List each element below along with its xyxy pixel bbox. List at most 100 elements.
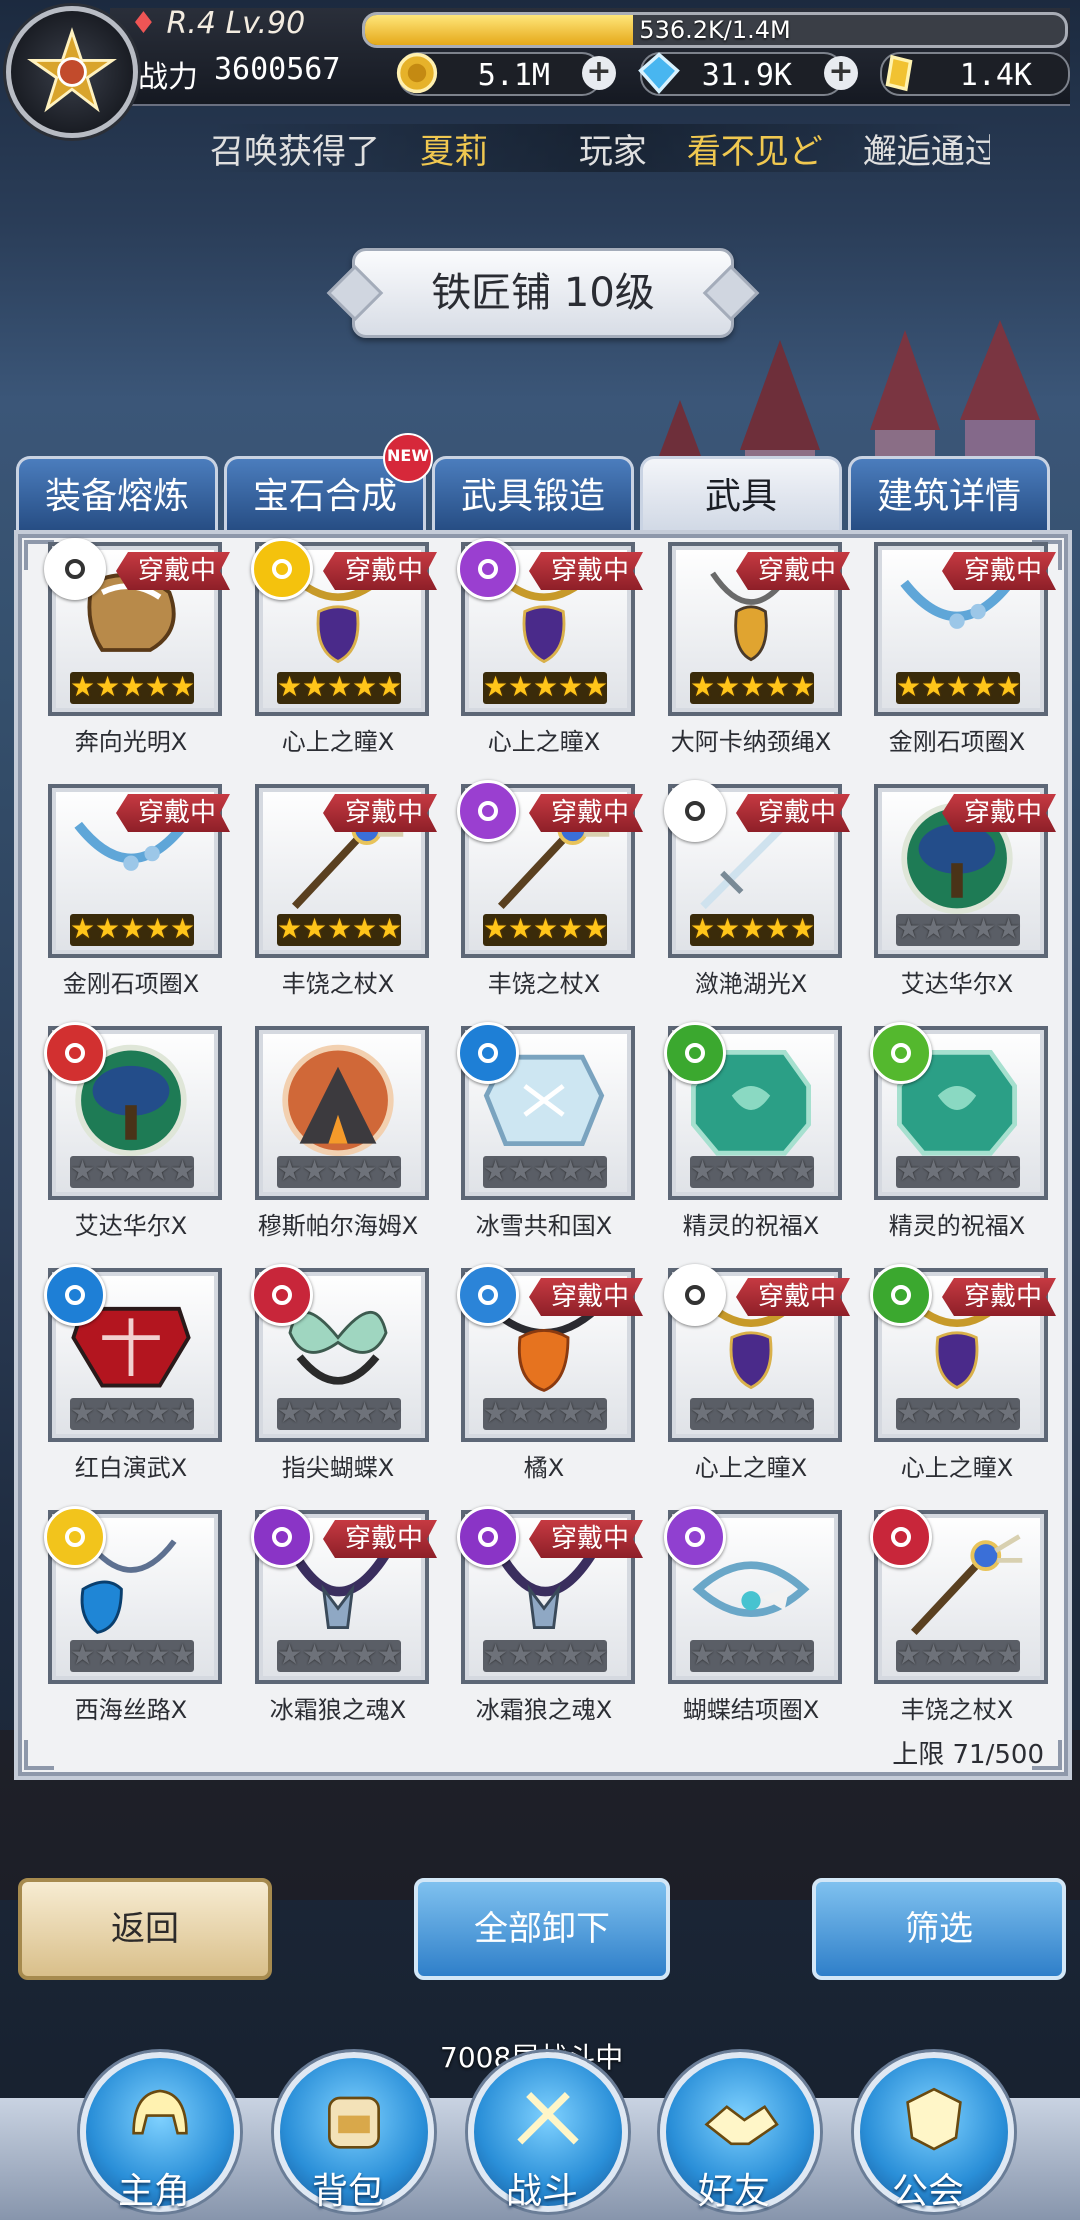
nav-item[interactable]: 背包 xyxy=(268,2052,434,2220)
rank-emblem-icon xyxy=(27,27,117,113)
back-button[interactable]: 返回 xyxy=(18,1878,272,1980)
item-slot[interactable]: ★ ★ ★ ★ ★ xyxy=(664,1506,842,1684)
star-rating: ★ ★ ★ ★ ★ xyxy=(896,1156,1021,1188)
inventory-item[interactable]: ★ ★ ★ ★ ★ 穿戴中 心上之瞳X xyxy=(251,538,423,757)
inventory-item[interactable]: ★ ★ ★ ★ ★ 冰雪共和国X xyxy=(457,1022,635,1241)
tab-equipment-smelting[interactable]: 装备熔炼 xyxy=(16,456,218,535)
star-icon: ★ xyxy=(790,1396,816,1429)
item-slot[interactable]: ★ ★ ★ ★ ★ xyxy=(44,1022,222,1200)
inventory-item[interactable]: ★ ★ ★ ★ ★ 穿戴中 金刚石项圈X xyxy=(46,784,216,999)
item-name: 金刚石项圈X xyxy=(888,728,1026,756)
star-icon: ★ xyxy=(690,1396,716,1429)
inventory-item[interactable]: ★ ★ ★ ★ ★ 丰饶之杖X xyxy=(870,1506,1048,1725)
inventory-item[interactable]: ★ ★ ★ ★ ★ 穿戴中 艾达华尔X xyxy=(872,784,1042,999)
inventory-item[interactable]: ★ ★ ★ ★ ★ 穿戴中 金刚石项圈X xyxy=(872,542,1042,757)
nav-item[interactable]: 战斗 xyxy=(462,2052,628,2220)
inventory-item[interactable]: ★ ★ ★ ★ ★ 穿戴中 冰霜狼之魂X xyxy=(457,1506,629,1725)
item-slot[interactable]: ★ ★ ★ ★ ★ 穿戴中 xyxy=(874,784,1048,958)
filter-button[interactable]: 筛选 xyxy=(812,1878,1066,1980)
item-name: 冰霜狼之魂X xyxy=(269,1696,407,1724)
item-slot[interactable]: ★ ★ ★ ★ ★ 穿戴中 xyxy=(457,538,635,716)
inventory-item[interactable]: ★ ★ ★ ★ ★ 穿戴中 大阿卡纳颈绳X xyxy=(666,542,836,757)
star-rating: ★ ★ ★ ★ ★ xyxy=(896,1640,1021,1672)
rune-red-triangle-icon xyxy=(251,1264,313,1326)
inventory-item[interactable]: ★ ★ ★ ★ ★ 艾达华尔X xyxy=(44,1022,222,1241)
inventory-item[interactable]: ★ ★ ★ ★ ★ 穿戴中 奔向光明X xyxy=(44,538,216,757)
inventory-item[interactable]: ★ ★ ★ ★ ★ 穿戴中 丰饶之杖X xyxy=(253,784,423,999)
item-slot[interactable]: ★ ★ ★ ★ ★ 穿戴中 xyxy=(457,1264,635,1442)
item-slot[interactable]: ★ ★ ★ ★ ★ xyxy=(251,1264,429,1442)
item-slot[interactable]: ★ ★ ★ ★ ★ 穿戴中 xyxy=(457,780,635,958)
nav-label: 主角 xyxy=(117,2171,190,2212)
item-slot[interactable]: ★ ★ ★ ★ ★ 穿戴中 xyxy=(668,542,842,716)
star-rating: ★ ★ ★ ★ ★ xyxy=(690,672,815,704)
marquee-text: 玩家 xyxy=(578,132,647,172)
star-icon: ★ xyxy=(377,1396,403,1429)
star-icon: ★ xyxy=(352,1154,378,1187)
item-slot[interactable]: ★ ★ ★ ★ ★ 穿戴中 xyxy=(664,1264,842,1442)
inventory-item[interactable]: ★ ★ ★ ★ ★ 穆斯帕尔海姆X xyxy=(253,1026,429,1241)
item-slot[interactable]: ★ ★ ★ ★ ★ xyxy=(664,1022,842,1200)
star-icon: ★ xyxy=(558,1154,584,1187)
nav-label: 公会 xyxy=(891,2171,964,2212)
star-icon: ★ xyxy=(352,912,378,945)
marquee-text: 召唤获得了 xyxy=(210,132,380,172)
inventory-item[interactable]: ★ ★ ★ ★ ★ 穿戴中 心上之瞳X xyxy=(457,538,629,757)
nav-item[interactable]: 好友 xyxy=(654,2052,820,2220)
star-icon: ★ xyxy=(558,912,584,945)
item-slot[interactable]: ★ ★ ★ ★ ★ xyxy=(870,1022,1048,1200)
star-icon: ★ xyxy=(533,912,559,945)
inventory-item[interactable]: ★ ★ ★ ★ ★ 穿戴中 橘X xyxy=(457,1264,629,1483)
inventory-item[interactable]: ★ ★ ★ ★ ★ 精灵的祝福X xyxy=(870,1022,1048,1241)
item-slot[interactable]: ★ ★ ★ ★ ★ xyxy=(44,1506,222,1684)
inventory-item[interactable]: ★ ★ ★ ★ ★ 蝴蝶结项圈X xyxy=(664,1506,842,1725)
add-diamond-button[interactable]: + xyxy=(824,56,858,90)
star-icon: ★ xyxy=(946,912,972,945)
star-icon: ★ xyxy=(120,912,146,945)
item-slot[interactable]: ★ ★ ★ ★ ★ xyxy=(457,1022,635,1200)
item-slot[interactable]: ★ ★ ★ ★ ★ xyxy=(870,1506,1048,1684)
player-avatar[interactable] xyxy=(6,6,138,138)
item-slot[interactable]: ★ ★ ★ ★ ★ 穿戴中 xyxy=(44,538,222,716)
item-name: 心上之瞳X xyxy=(487,728,601,756)
tab-gem-synthesis[interactable]: 宝石合成 NEW xyxy=(224,433,433,535)
rune-red-magnify-icon xyxy=(44,1022,106,1084)
inventory-item[interactable]: ★ ★ ★ ★ ★ 穿戴中 潋滟湖光X xyxy=(664,780,836,999)
item-name: 金刚石项圈X xyxy=(62,970,200,998)
star-rating: ★ ★ ★ ★ ★ xyxy=(70,1640,195,1672)
item-slot[interactable]: ★ ★ ★ ★ ★ 穿戴中 xyxy=(664,780,842,958)
nav-item[interactable]: 公会 xyxy=(848,2052,1014,2220)
inventory-item[interactable]: ★ ★ ★ ★ ★ 穿戴中 冰霜狼之魂X xyxy=(251,1506,423,1725)
announcement-marquee: 召唤获得了夏莉 玩家看不见ど邂逅通过英雄 xyxy=(210,124,990,172)
inventory-item[interactable]: ★ ★ ★ ★ ★ 精灵的祝福X xyxy=(664,1022,842,1241)
item-slot[interactable]: ★ ★ ★ ★ ★ 穿戴中 xyxy=(457,1506,635,1684)
handshake-icon xyxy=(704,2104,779,2146)
item-slot[interactable]: ★ ★ ★ ★ ★ 穿戴中 xyxy=(48,784,222,958)
tab-weapon-forging[interactable]: 武具锻造 xyxy=(432,456,634,535)
add-gold-button[interactable]: + xyxy=(582,56,616,90)
item-slot[interactable]: ★ ★ ★ ★ ★ 穿戴中 xyxy=(255,784,429,958)
item-slot[interactable]: ★ ★ ★ ★ ★ xyxy=(44,1264,222,1442)
item-slot[interactable]: ★ ★ ★ ★ ★ 穿戴中 xyxy=(251,1506,429,1684)
rune-green-leaf-icon xyxy=(870,1022,932,1084)
item-slot[interactable]: ★ ★ ★ ★ ★ 穿戴中 xyxy=(870,1264,1048,1442)
inventory-item[interactable]: ★ ★ ★ ★ ★ 穿戴中 丰饶之杖X xyxy=(457,780,629,999)
inventory-item[interactable]: ★ ★ ★ ★ ★ 指尖蝴蝶X xyxy=(251,1264,429,1483)
item-slot[interactable]: ★ ★ ★ ★ ★ 穿戴中 xyxy=(251,538,429,716)
tab-building-details[interactable]: 建筑详情 xyxy=(848,456,1050,535)
inventory-item[interactable]: ★ ★ ★ ★ ★ 穿戴中 心上之瞳X xyxy=(664,1264,836,1483)
tab-weapons[interactable]: 武具 xyxy=(640,456,842,535)
item-slot[interactable]: ★ ★ ★ ★ ★ xyxy=(255,1026,429,1200)
inventory-item[interactable]: ★ ★ ★ ★ ★ 西海丝路X xyxy=(44,1506,222,1725)
star-rating: ★ ★ ★ ★ ★ xyxy=(70,1396,195,1430)
star-icon: ★ xyxy=(120,1396,146,1429)
nav-item[interactable]: 主角 xyxy=(74,2052,240,2220)
star-rating: ★ ★ ★ ★ ★ xyxy=(277,1396,403,1430)
inventory-capacity: 上限 71/500 xyxy=(892,1740,1044,1770)
inventory-item[interactable]: ★ ★ ★ ★ ★ 红白演武X xyxy=(44,1264,222,1483)
rune-purple-magnify-icon xyxy=(457,538,519,600)
unequip-all-button[interactable]: 全部卸下 xyxy=(414,1878,670,1980)
star-icon: ★ xyxy=(996,1396,1022,1429)
item-slot[interactable]: ★ ★ ★ ★ ★ 穿戴中 xyxy=(874,542,1048,716)
inventory-item[interactable]: ★ ★ ★ ★ ★ 穿戴中 心上之瞳X xyxy=(870,1264,1042,1483)
